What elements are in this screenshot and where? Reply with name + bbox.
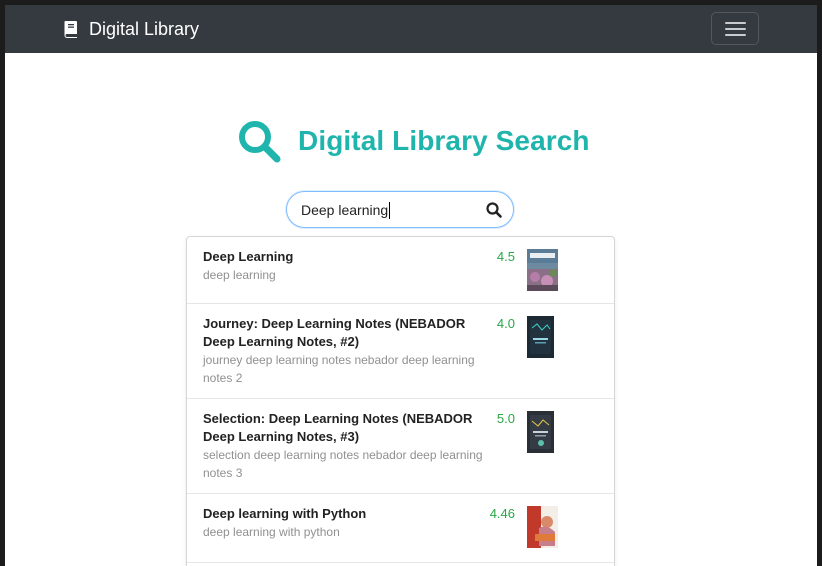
result-rating: 5.0 bbox=[496, 411, 515, 426]
search-box bbox=[286, 191, 514, 228]
text-caret bbox=[389, 202, 390, 219]
brand-title: Digital Library bbox=[89, 18, 200, 39]
page-title: Digital Library Search bbox=[298, 125, 590, 156]
result-title: Deep learning with Python bbox=[203, 506, 367, 521]
navbar-brand[interactable]: Digital Library bbox=[63, 17, 199, 41]
page-heading: Digital Library Search bbox=[236, 117, 590, 165]
result-subtitle: deep learning bbox=[203, 268, 276, 282]
book-cover-image bbox=[527, 249, 558, 291]
result-title: Deep Learning bbox=[203, 249, 294, 264]
search-result-item[interactable]: Selection: Deep Learning Notes (NEBADOR … bbox=[187, 399, 614, 494]
result-subtitle: deep learning with python bbox=[203, 525, 340, 539]
result-title: Selection: Deep Learning Notes (NEBADOR … bbox=[203, 411, 473, 444]
app-window: Digital Library Digital Library Search D… bbox=[5, 5, 817, 566]
search-input[interactable] bbox=[301, 199, 481, 221]
navbar-toggle-button[interactable] bbox=[711, 12, 759, 45]
book-cover-image bbox=[527, 506, 558, 548]
book-cover-image bbox=[527, 411, 554, 453]
result-rating: 4.0 bbox=[496, 316, 515, 331]
result-rating: 4.46 bbox=[489, 506, 515, 521]
search-icon bbox=[239, 121, 281, 163]
book-icon bbox=[64, 21, 77, 38]
result-rating: 4.5 bbox=[496, 249, 515, 264]
search-results-dropdown: Deep Learning deep learning 4.5 Journey:… bbox=[186, 236, 615, 566]
search-button[interactable] bbox=[485, 201, 503, 219]
search-result-item[interactable]: Deep learning with Python deep learning … bbox=[187, 494, 614, 563]
search-result-item[interactable]: Deep Learning deep learning 4.5 bbox=[187, 237, 614, 304]
result-title: Journey: Deep Learning Notes (NEBADOR De… bbox=[203, 316, 466, 349]
search-result-item[interactable]: Journey: Deep Learning Notes (NEBADOR De… bbox=[187, 304, 614, 399]
book-cover-image bbox=[527, 316, 554, 358]
result-subtitle: selection deep learning notes nebador de… bbox=[203, 448, 483, 480]
result-subtitle: journey deep learning notes nebador deep… bbox=[203, 353, 475, 385]
navbar: Digital Library bbox=[5, 5, 817, 53]
